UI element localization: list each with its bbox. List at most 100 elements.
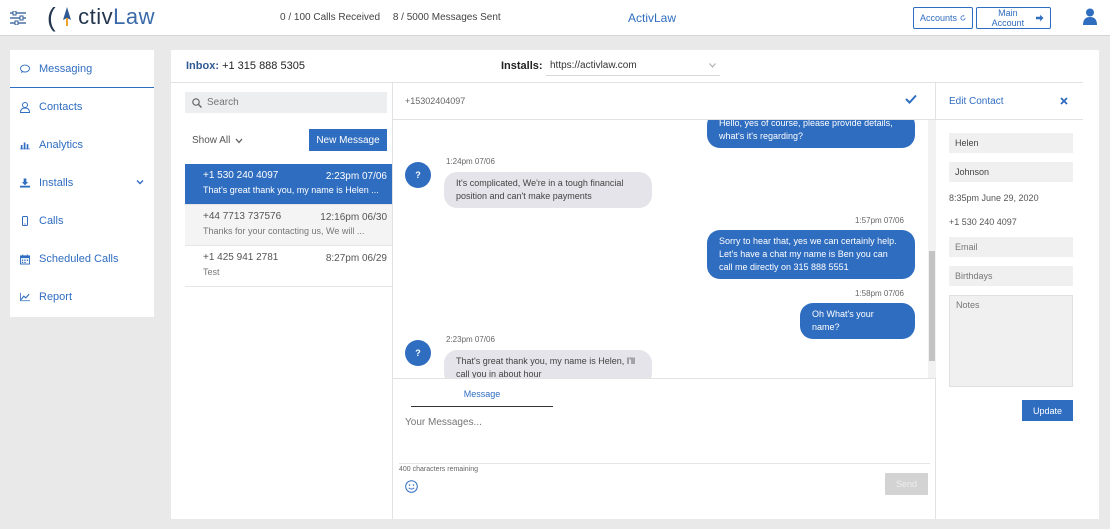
refresh-icon bbox=[960, 15, 966, 21]
sign-in-icon bbox=[1035, 14, 1044, 22]
sidebar-item-label: Contacts bbox=[39, 101, 83, 113]
logo-text-law: Law bbox=[113, 4, 156, 29]
search-input[interactable] bbox=[207, 97, 377, 108]
outgoing-message: Oh What's your name? bbox=[800, 303, 915, 339]
installs-selected-value: https://activlaw.com bbox=[550, 60, 637, 71]
conversation-item[interactable]: +44 7713 737576 12:16pm 06/30 Thanks for… bbox=[185, 205, 392, 246]
conversation-list-panel: Show All New Message +1 530 240 4097 2:2… bbox=[171, 83, 393, 519]
characters-remaining: 400 characters remaining bbox=[399, 463, 930, 473]
conversation-item[interactable]: +1 425 941 2781 8:27pm 06/29 Test bbox=[185, 246, 392, 287]
email-field[interactable] bbox=[949, 237, 1073, 257]
top-bar: ( ctiv Law 0 / 100 Calls Received 8 / 50… bbox=[0, 0, 1110, 36]
conversation-time: 8:27pm 06/29 bbox=[325, 253, 387, 264]
emoji-icon[interactable] bbox=[405, 480, 418, 493]
search-icon bbox=[192, 97, 202, 108]
incoming-message: It's complicated, We're in a tough finan… bbox=[444, 172, 652, 208]
new-message-button[interactable]: New Message bbox=[309, 129, 387, 151]
installs-select[interactable]: https://activlaw.com bbox=[546, 56, 720, 76]
sidebar-item-label: Report bbox=[39, 291, 73, 303]
sidebar-item-installs[interactable]: Installs bbox=[10, 164, 154, 202]
chevron-down-icon bbox=[709, 63, 716, 68]
conversation-preview: That's great thank you, my name is Helen… bbox=[203, 185, 379, 195]
conversation-list: +1 530 240 4097 2:23pm 07/06 That's grea… bbox=[185, 164, 392, 287]
inbox-bar: Inbox: +1 315 888 5305 Installs: https:/… bbox=[171, 50, 1083, 83]
first-name-field[interactable] bbox=[949, 133, 1073, 153]
message-timestamp: 1:24pm 07/06 bbox=[446, 157, 495, 166]
brand-title: ActivLaw bbox=[628, 11, 677, 25]
message-timestamp: 1:58pm 07/06 bbox=[855, 289, 904, 298]
close-icon[interactable] bbox=[1060, 97, 1068, 105]
edit-contact-title: Edit Contact bbox=[949, 96, 1004, 107]
sidebar-item-calls[interactable]: Calls bbox=[10, 202, 154, 240]
sidebar-item-scheduled-calls[interactable]: Scheduled Calls bbox=[10, 240, 154, 278]
calls-received-counter: 0 / 100 Calls Received bbox=[280, 12, 381, 23]
conversation-item[interactable]: +1 530 240 4097 2:23pm 07/06 That's grea… bbox=[185, 164, 392, 205]
send-button[interactable]: Send bbox=[885, 473, 928, 495]
conversation-preview: Thanks for your contacting us, We will .… bbox=[203, 226, 365, 236]
logo-paren: ( bbox=[47, 2, 57, 32]
notes-field[interactable] bbox=[949, 295, 1073, 387]
chat-panel: +15302404097 Hello, yes of course, pleas… bbox=[393, 83, 936, 519]
edit-contact-panel: Edit Contact 8:35pm June 29, 2020 +1 530… bbox=[936, 83, 1083, 519]
accounts-button-label: Accounts bbox=[920, 13, 958, 23]
conversation-time: 2:23pm 07/06 bbox=[325, 171, 387, 182]
usage-stats: 0 / 100 Calls Received 8 / 5000 Messages… bbox=[280, 12, 501, 23]
thread-scrollbar[interactable] bbox=[928, 120, 936, 378]
last-name-field[interactable] bbox=[949, 162, 1073, 182]
inbox-heading: Inbox: +1 315 888 5305 bbox=[186, 60, 305, 72]
installs-label: Installs: bbox=[501, 60, 543, 72]
contact-created-date: 8:35pm June 29, 2020 bbox=[949, 193, 1039, 203]
person-icon bbox=[20, 101, 30, 113]
logo-text-ctiv: ctiv bbox=[78, 4, 114, 29]
sliders-menu-icon[interactable] bbox=[10, 11, 26, 25]
message-timestamp: 2:23pm 07/06 bbox=[446, 335, 495, 344]
inbox-number: +1 315 888 5305 bbox=[222, 60, 305, 72]
accounts-button[interactable]: Accounts bbox=[913, 7, 973, 29]
contact-avatar: ? bbox=[405, 162, 431, 188]
chat-contact-number: +15302404097 bbox=[405, 96, 466, 106]
sidebar-nav: Messaging Contacts Analytics Installs Ca… bbox=[10, 50, 154, 317]
main-account-button[interactable]: Main Account bbox=[976, 7, 1051, 29]
sidebar-item-label: Messaging bbox=[39, 62, 93, 75]
update-button[interactable]: Update bbox=[1022, 400, 1073, 421]
main-account-button-label: Main Account bbox=[991, 8, 1025, 28]
user-profile-icon[interactable] bbox=[1083, 8, 1097, 25]
check-icon[interactable] bbox=[905, 94, 917, 104]
message-input[interactable] bbox=[405, 417, 925, 457]
messages-sent-counter: 8 / 5000 Messages Sent bbox=[392, 12, 501, 23]
sidebar-item-label: Scheduled Calls bbox=[39, 253, 119, 265]
download-icon bbox=[20, 178, 30, 188]
logo-rocket-icon bbox=[63, 7, 72, 26]
phone-icon bbox=[20, 216, 30, 226]
scrollbar-thumb[interactable] bbox=[929, 251, 935, 361]
filter-label: Show All bbox=[192, 135, 231, 146]
sidebar-item-label: Calls bbox=[39, 215, 64, 227]
line-chart-icon bbox=[20, 292, 30, 302]
incoming-message: That's great thank you, my name is Helen… bbox=[444, 350, 652, 378]
inbox-label: Inbox: bbox=[186, 60, 219, 72]
app-logo[interactable]: ( ctiv Law bbox=[47, 4, 155, 30]
chat-header: +15302404097 bbox=[393, 83, 936, 120]
message-thread[interactable]: Hello, yes of course, please provide det… bbox=[393, 120, 936, 379]
sidebar-item-label: Analytics bbox=[39, 139, 84, 151]
sidebar-item-analytics[interactable]: Analytics bbox=[10, 126, 154, 164]
contact-phone: +1 530 240 4097 bbox=[949, 217, 1017, 227]
sidebar-item-contacts[interactable]: Contacts bbox=[10, 88, 154, 126]
conversation-time: 12:16pm 06/30 bbox=[320, 212, 387, 223]
outgoing-message: Hello, yes of course, please provide det… bbox=[707, 120, 915, 148]
birthday-field[interactable] bbox=[949, 266, 1073, 286]
chevron-down-icon[interactable] bbox=[136, 178, 144, 186]
search-box[interactable] bbox=[185, 92, 387, 113]
chat-bubble-icon bbox=[20, 64, 30, 74]
bar-chart-icon bbox=[20, 140, 30, 150]
message-timestamp: 1:57pm 07/06 bbox=[855, 216, 904, 225]
outgoing-message: Sorry to hear that, yes we can certainly… bbox=[707, 230, 915, 279]
filter-dropdown[interactable]: Show All bbox=[192, 135, 243, 146]
compose-area: Message 400 characters remaining Send bbox=[393, 379, 936, 519]
contact-avatar: ? bbox=[405, 340, 431, 366]
chevron-down-icon bbox=[235, 138, 243, 143]
sidebar-item-messaging[interactable]: Messaging bbox=[10, 50, 154, 88]
messaging-panel: Inbox: +1 315 888 5305 Installs: https:/… bbox=[171, 50, 1099, 519]
tab-message[interactable]: Message bbox=[411, 389, 553, 407]
sidebar-item-report[interactable]: Report bbox=[10, 278, 154, 316]
